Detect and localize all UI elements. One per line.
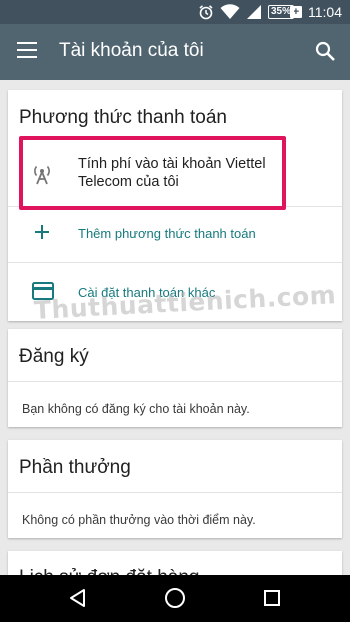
subscriptions-title: Đăng ký bbox=[19, 346, 89, 367]
add-payment-method-row[interactable]: Thêm phương thức thanh toán bbox=[8, 207, 342, 262]
menu-icon[interactable] bbox=[17, 42, 37, 60]
subscriptions-empty-text: Bạn không có đăng ký cho tài khoản này. bbox=[22, 402, 250, 416]
recent-apps-icon[interactable] bbox=[263, 589, 281, 607]
page-title: Tài khoản của tôi bbox=[59, 40, 204, 61]
rewards-empty-text: Không có phần thưởng vào thời điểm này. bbox=[22, 513, 256, 527]
wifi-icon bbox=[220, 4, 240, 19]
app-bar: Tài khoản của tôi bbox=[0, 24, 350, 80]
battery-icon: 35% bbox=[267, 5, 294, 19]
rewards-title: Phần thưởng bbox=[19, 457, 131, 478]
clock: 11:04 bbox=[308, 4, 342, 20]
subscriptions-card: Đăng ký Bạn không có đăng ký cho tài kho… bbox=[8, 329, 342, 427]
alarm-icon bbox=[199, 5, 213, 20]
back-icon[interactable] bbox=[68, 588, 88, 608]
rewards-card: Phần thưởng Không có phần thưởng vào thờ… bbox=[8, 440, 342, 538]
highlight-box bbox=[19, 136, 286, 210]
signal-icon bbox=[246, 5, 261, 19]
divider bbox=[8, 492, 342, 493]
status-icons: 35% + 11:04 bbox=[198, 0, 342, 24]
plus-icon bbox=[35, 225, 49, 239]
payment-methods-title: Phương thức thanh toán bbox=[19, 107, 227, 128]
status-bar: 35% + 11:04 bbox=[0, 0, 350, 24]
navigation-bar bbox=[0, 575, 350, 622]
divider bbox=[8, 381, 342, 382]
home-icon[interactable] bbox=[164, 587, 186, 609]
search-icon[interactable] bbox=[314, 40, 336, 62]
add-payment-method-label: Thêm phương thức thanh toán bbox=[78, 226, 256, 241]
